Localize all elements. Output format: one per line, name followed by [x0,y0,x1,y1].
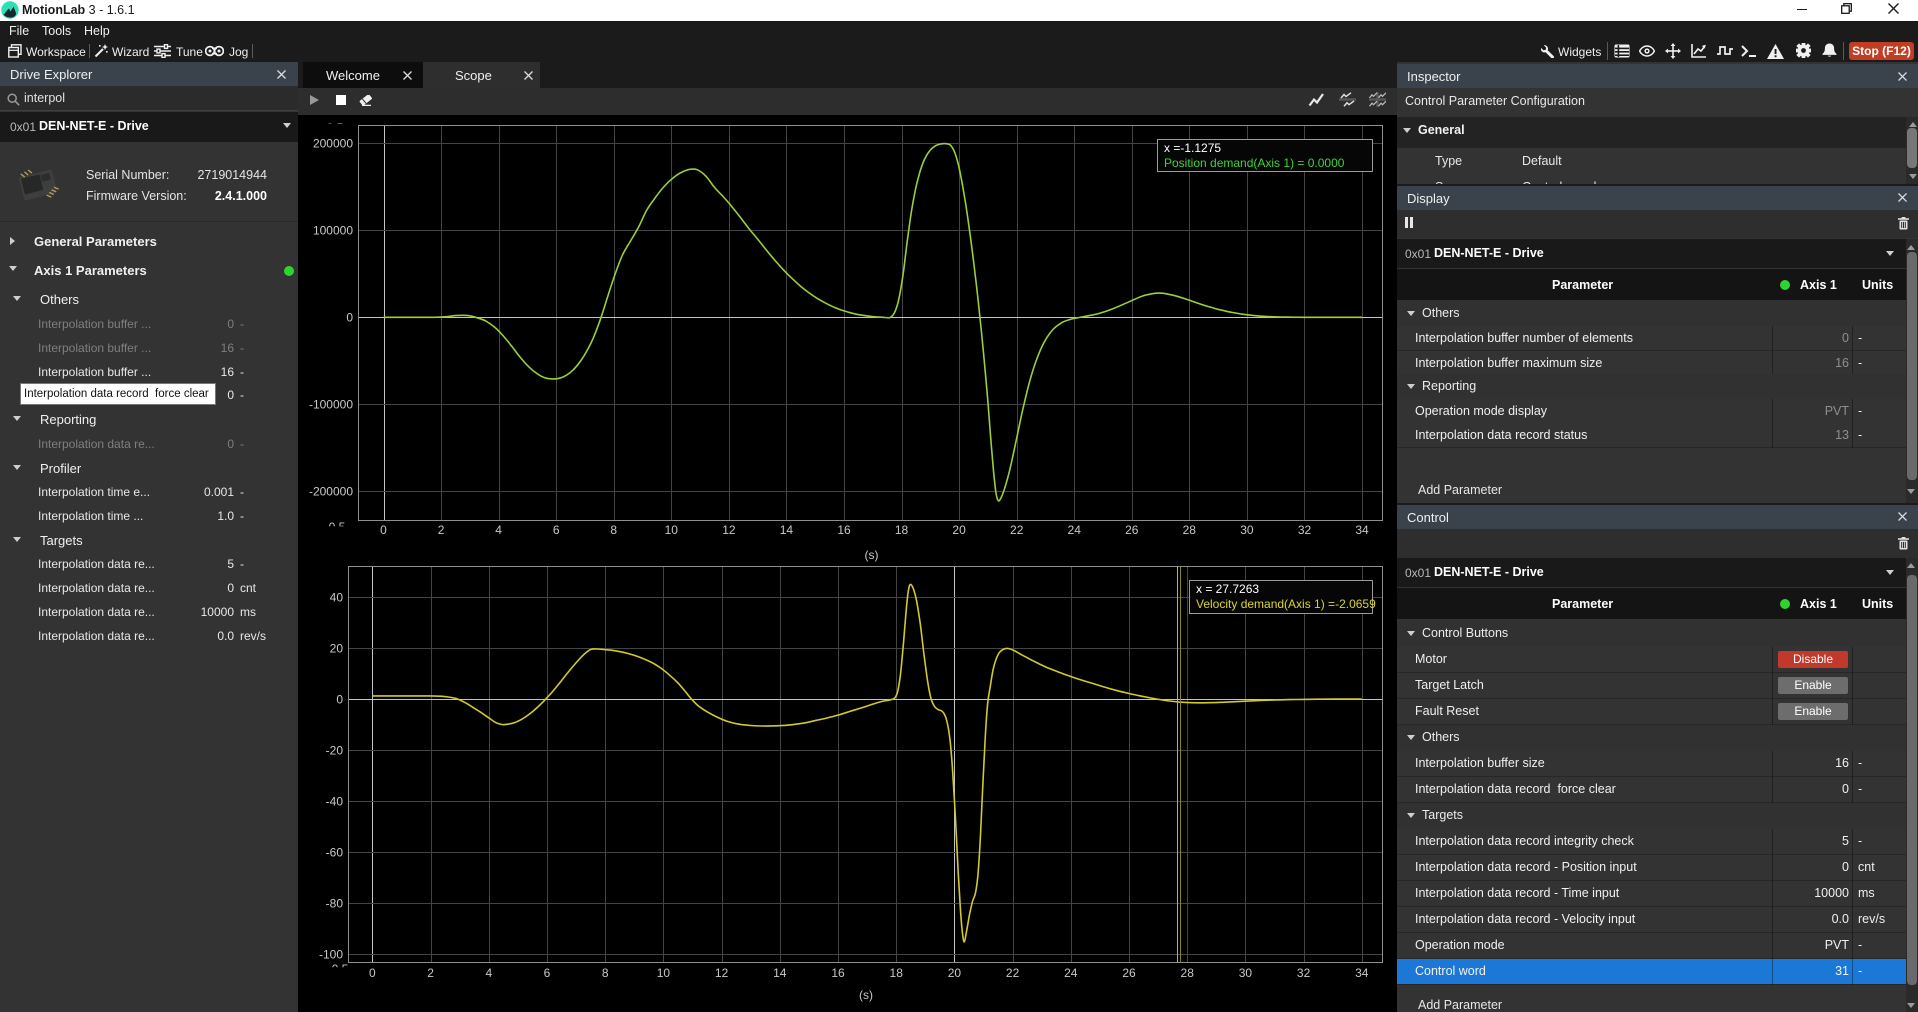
svg-text:0: 0 [336,693,343,707]
svg-text:24: 24 [1068,523,1082,537]
svg-text:2: 2 [427,966,434,980]
svg-text:4: 4 [495,523,502,537]
svg-text:16: 16 [831,966,845,980]
svg-text:-20: -20 [326,744,344,758]
svg-text:18: 18 [890,966,904,980]
svg-text:Velocity demand(Axis 1) =-2.06: Velocity demand(Axis 1) =-2.0659 [1196,597,1376,611]
svg-text:x = 27.7263: x = 27.7263 [1196,582,1259,596]
svg-text:32: 32 [1297,966,1311,980]
svg-text:(s): (s) [859,988,873,1002]
svg-text:14: 14 [780,523,794,537]
svg-text:28: 28 [1183,523,1197,537]
svg-text:30: 30 [1239,966,1253,980]
svg-text:18: 18 [895,523,909,537]
svg-text:12: 12 [722,523,736,537]
svg-text:20: 20 [948,966,962,980]
svg-text:26: 26 [1125,523,1139,537]
svg-text:8: 8 [610,523,617,537]
svg-text:8: 8 [602,966,609,980]
svg-text:-80: -80 [326,897,344,911]
svg-text:24: 24 [1064,966,1078,980]
svg-text:12: 12 [715,966,729,980]
svg-text:26: 26 [1122,966,1136,980]
svg-text:0: 0 [346,311,353,325]
svg-text:10: 10 [665,523,679,537]
svg-text:20: 20 [330,642,344,656]
svg-text:0: 0 [369,966,376,980]
svg-text:4: 4 [485,966,492,980]
svg-text:-100: -100 [319,948,343,962]
svg-text:x =-1.1275: x =-1.1275 [1164,141,1221,155]
svg-text:30: 30 [1240,523,1254,537]
svg-text:200000: 200000 [313,137,353,151]
svg-text:34: 34 [1355,966,1369,980]
svg-text:10: 10 [657,966,671,980]
svg-text:2: 2 [438,523,445,537]
svg-text:-60: -60 [326,846,344,860]
svg-text:14: 14 [773,966,787,980]
svg-text:20: 20 [952,523,966,537]
svg-text:0: 0 [380,523,387,537]
svg-text:6: 6 [544,966,551,980]
svg-text:-40: -40 [326,795,344,809]
svg-text:22: 22 [1010,523,1024,537]
svg-text:32: 32 [1298,523,1312,537]
svg-text:28: 28 [1181,966,1195,980]
svg-text:16: 16 [837,523,851,537]
svg-text:34: 34 [1355,523,1369,537]
svg-text:Position demand(Axis 1) = 0.00: Position demand(Axis 1) = 0.0000 [1164,156,1345,170]
svg-text:22: 22 [1006,966,1020,980]
svg-text:40: 40 [330,591,344,605]
svg-text:-100000: -100000 [309,398,353,412]
svg-text:(s): (s) [865,548,879,562]
svg-text:6: 6 [553,523,560,537]
svg-text:-200000: -200000 [309,485,353,499]
svg-text:100000: 100000 [313,224,353,238]
